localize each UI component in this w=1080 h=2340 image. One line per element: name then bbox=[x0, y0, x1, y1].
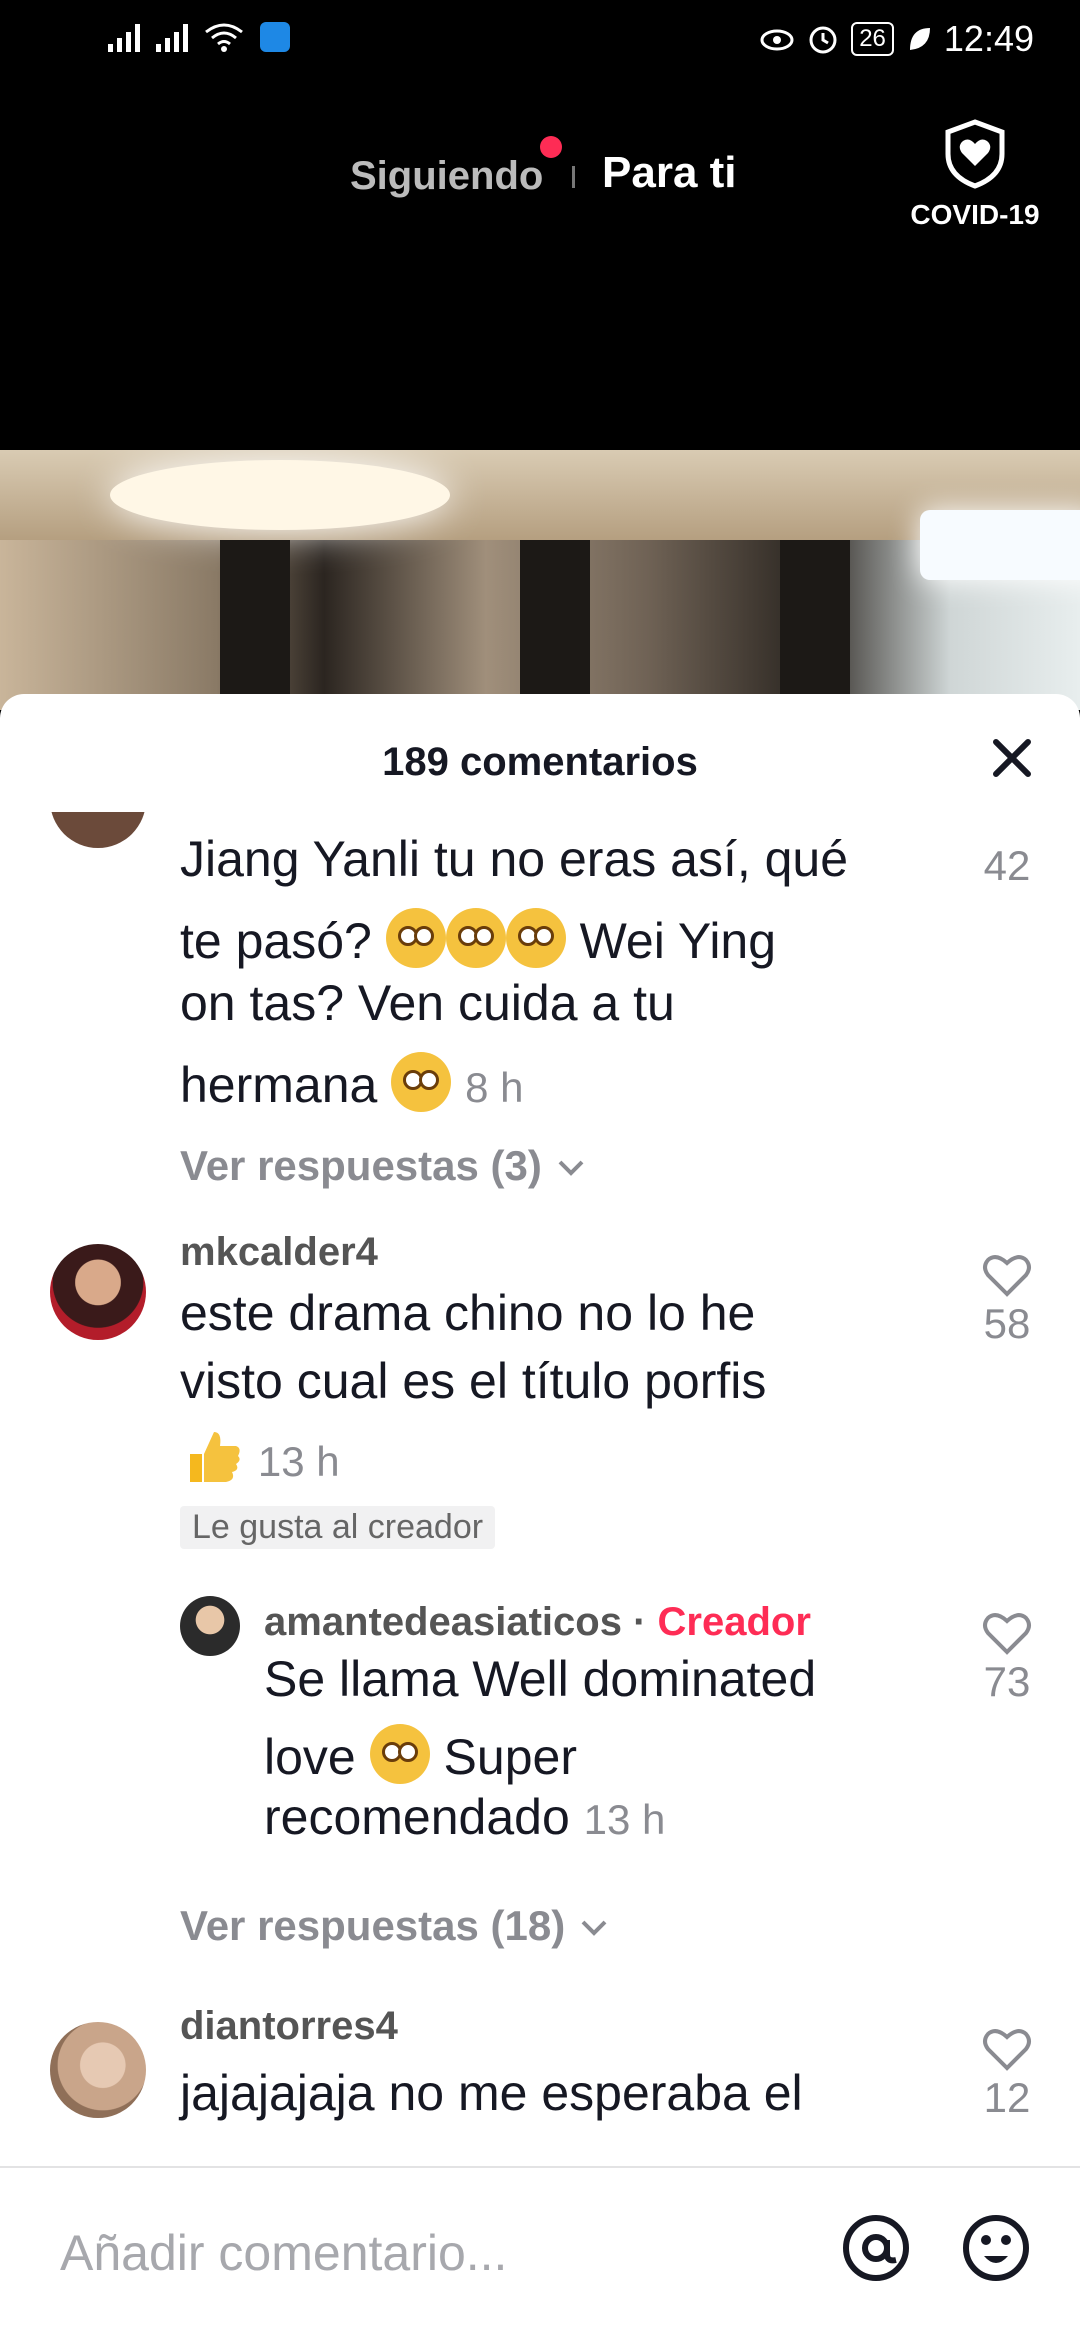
video-pillar bbox=[220, 540, 290, 710]
like-button[interactable]: 12 bbox=[952, 2026, 1062, 2122]
flushed-emoji-icon bbox=[505, 908, 566, 968]
reply-text-part: love bbox=[264, 1729, 356, 1785]
status-right: 26 12:49 bbox=[759, 18, 1034, 60]
signal-icon-2 bbox=[156, 22, 188, 52]
avatar[interactable] bbox=[50, 812, 146, 848]
reply-text-part: Super bbox=[443, 1729, 577, 1785]
heart-outline-icon bbox=[983, 2029, 1031, 2071]
video-lamp-2 bbox=[920, 510, 1080, 580]
chevron-down-icon bbox=[558, 1160, 583, 1176]
reply-username-row: amantedeasiaticos · Creador bbox=[264, 1600, 811, 1645]
vpn-shield-icon bbox=[260, 22, 290, 52]
reply-separator: · bbox=[633, 1600, 647, 1644]
flushed-emoji-icon bbox=[391, 1052, 452, 1112]
comment-username[interactable]: diantorres4 bbox=[180, 2004, 398, 2049]
comment-text-line: jajajajaja no me esperaba el bbox=[180, 2065, 803, 2121]
flushed-emoji-icon bbox=[385, 908, 446, 968]
view-replies-button[interactable]: Ver respuestas (18) bbox=[180, 1902, 611, 1950]
like-count: 73 bbox=[983, 1658, 1031, 1705]
chevron-down-icon bbox=[581, 1920, 607, 1936]
thumbs-up-emoji-icon bbox=[190, 1432, 240, 1482]
comment-input[interactable]: Añadir comentario... bbox=[60, 2224, 507, 2282]
comments-list[interactable]: Jiang Yanli tu no eras así, qué te pasó?… bbox=[0, 812, 1080, 2142]
like-count: 58 bbox=[983, 1300, 1031, 1347]
signal-icon bbox=[108, 22, 140, 52]
flushed-emoji-icon bbox=[445, 908, 506, 968]
comments-header: 189 comentarios bbox=[0, 694, 1080, 812]
reply-username[interactable]: amantedeasiaticos bbox=[264, 1600, 622, 1644]
tab-separator bbox=[572, 166, 575, 188]
comment-time: 13 h bbox=[257, 1438, 340, 1485]
comment-text-line: este drama chino no lo he bbox=[180, 1285, 756, 1341]
comment-text-part: te pasó? bbox=[180, 913, 372, 969]
top-nav: Siguiendo Para ti COVID-19 bbox=[0, 84, 1080, 450]
reply-text-part: recomendado bbox=[264, 1789, 570, 1845]
comment-username[interactable]: mkcalder4 bbox=[180, 1230, 378, 1275]
battery-level: 26 bbox=[851, 22, 894, 56]
creator-liked-badge: Le gusta al creador bbox=[180, 1506, 496, 1549]
view-replies-label: Ver respuestas (3) bbox=[180, 1142, 542, 1189]
reply-text-line: Se llama Well dominated bbox=[264, 1651, 817, 1707]
clock: 12:49 bbox=[943, 18, 1034, 59]
like-count[interactable]: 42 bbox=[952, 842, 1062, 890]
covid-label: COVID-19 bbox=[910, 199, 1040, 230]
notification-dot bbox=[540, 136, 562, 158]
reply-text-line: love Super bbox=[264, 1724, 577, 1784]
view-replies-label: Ver respuestas (18) bbox=[180, 1902, 566, 1949]
comment-text-part: hermana bbox=[180, 1057, 378, 1113]
comment-text-line: visto cual es el título porfis bbox=[180, 1353, 767, 1409]
comment-text-line: te pasó? Wei Ying bbox=[180, 908, 776, 968]
comment-time: 8 h bbox=[465, 1064, 524, 1111]
eye-icon bbox=[760, 29, 794, 51]
avatar[interactable] bbox=[50, 1244, 146, 1340]
comments-sheet: 189 comentarios Jiang Yanli tu no eras a… bbox=[0, 694, 1080, 2340]
signal-indicators bbox=[108, 22, 290, 52]
comment-input-bar: Añadir comentario... bbox=[0, 2166, 1080, 2340]
reply-time: 13 h bbox=[583, 1796, 666, 1843]
tab-following[interactable]: Siguiendo bbox=[350, 154, 543, 199]
tab-for-you[interactable]: Para ti bbox=[602, 148, 737, 198]
comment-text-part: Wei Ying bbox=[579, 913, 777, 969]
view-replies-button[interactable]: Ver respuestas (3) bbox=[180, 1142, 588, 1190]
smile-icon[interactable] bbox=[960, 2212, 1032, 2284]
close-icon[interactable] bbox=[988, 734, 1036, 782]
comment-text-line: on tas? Ven cuida a tu bbox=[180, 975, 675, 1031]
like-count: 12 bbox=[983, 2074, 1031, 2121]
like-button[interactable]: 73 bbox=[952, 1610, 1062, 1706]
creator-badge: Creador bbox=[657, 1600, 811, 1644]
status-bar: 26 12:49 bbox=[0, 0, 1080, 84]
like-button[interactable]: 58 bbox=[952, 1252, 1062, 1348]
reply-text-line: recomendado 13 h bbox=[264, 1792, 665, 1845]
video-preview[interactable] bbox=[0, 450, 1080, 710]
video-lamp bbox=[110, 460, 450, 530]
comment-text-line: Jiang Yanli tu no eras así, qué bbox=[180, 831, 849, 887]
heart-outline-icon bbox=[983, 1255, 1031, 1297]
at-icon[interactable] bbox=[840, 2212, 912, 2284]
leaf-icon bbox=[909, 28, 930, 50]
video-pillar bbox=[520, 540, 590, 710]
comments-count-title: 189 comentarios bbox=[382, 740, 698, 784]
comment-text-line: 13 h bbox=[180, 1424, 340, 1488]
shield-heart-icon bbox=[945, 119, 1005, 189]
covid-button[interactable]: COVID-19 bbox=[900, 118, 1050, 231]
video-pillar bbox=[780, 540, 850, 710]
comment-text-line: hermana 8 h bbox=[180, 1052, 524, 1113]
heart-outline-icon bbox=[983, 1613, 1031, 1655]
smiling-hearts-emoji-icon bbox=[369, 1724, 430, 1784]
alarm-icon bbox=[809, 26, 837, 54]
wifi-icon bbox=[205, 23, 243, 52]
avatar[interactable] bbox=[50, 2022, 146, 2118]
avatar[interactable] bbox=[180, 1596, 240, 1656]
